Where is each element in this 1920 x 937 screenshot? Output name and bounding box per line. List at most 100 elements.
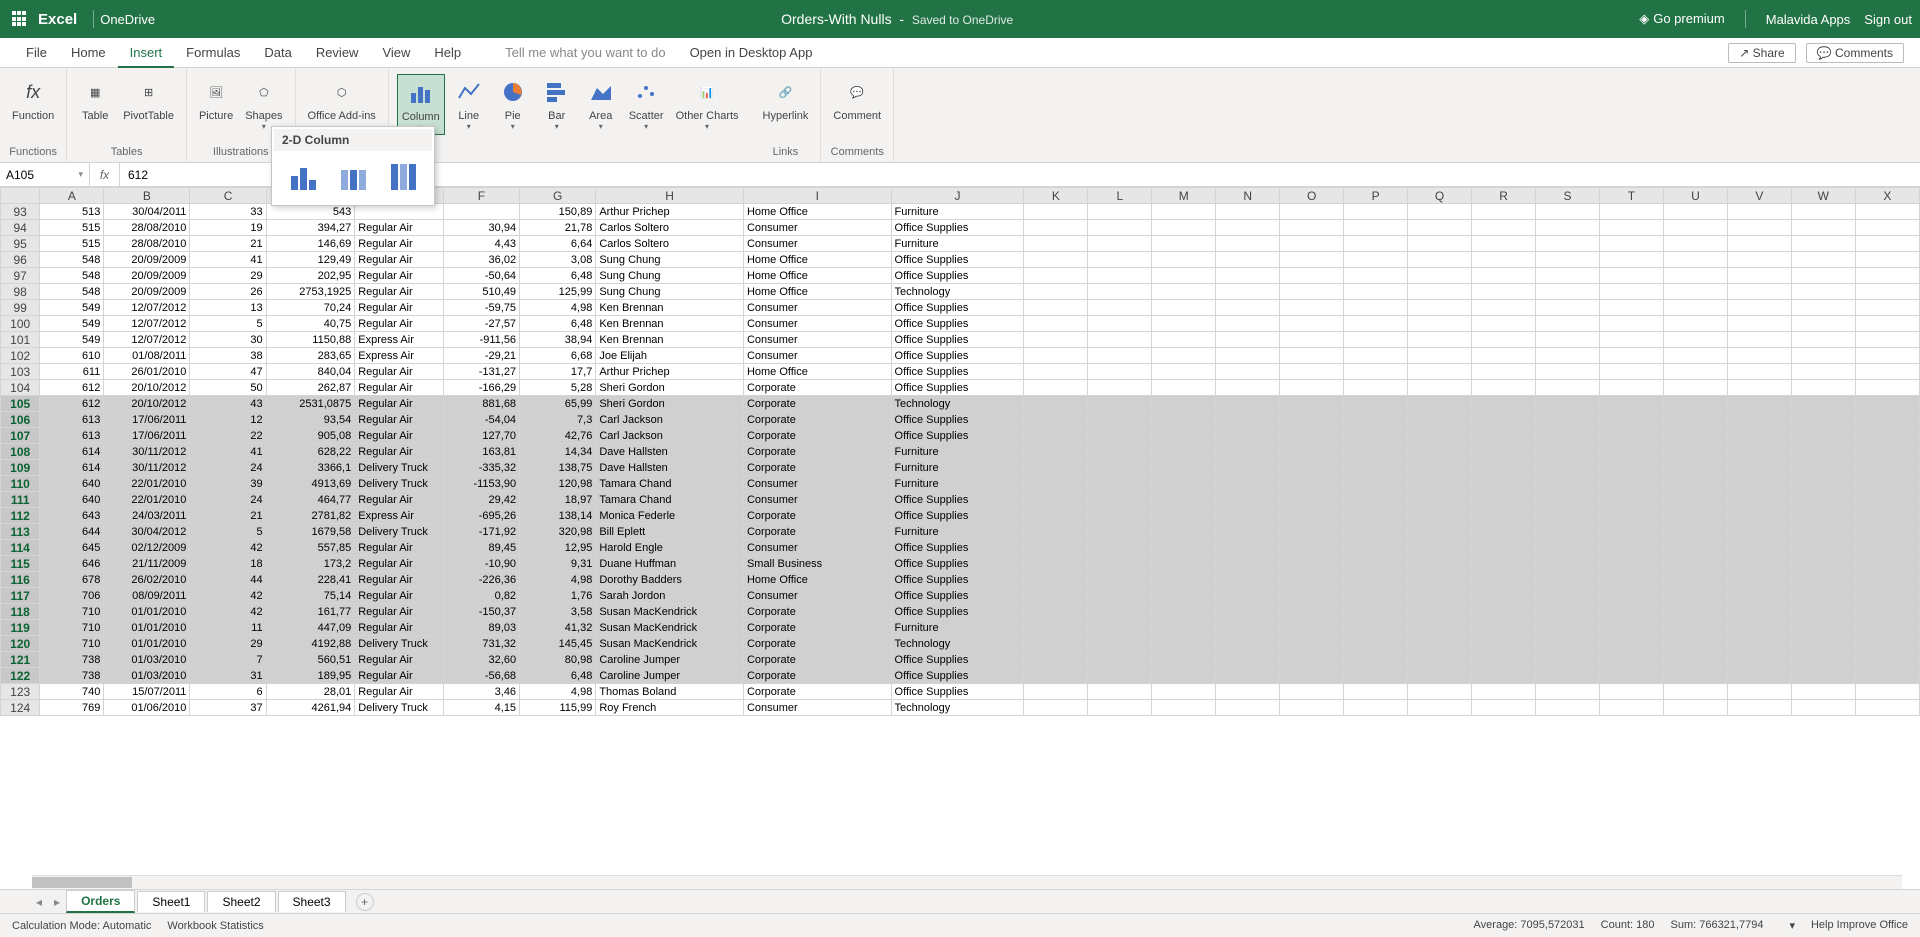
cell[interactable]: 38	[190, 348, 266, 364]
cell[interactable]	[1663, 332, 1727, 348]
cell[interactable]	[1216, 524, 1280, 540]
cell[interactable]: Monica Federle	[596, 508, 744, 524]
cell[interactable]: Regular Air	[355, 268, 444, 284]
cell[interactable]	[1024, 220, 1088, 236]
cell[interactable]: Corporate	[743, 396, 891, 412]
cell[interactable]	[1727, 284, 1791, 300]
cell[interactable]: Regular Air	[355, 428, 444, 444]
cell[interactable]: Regular Air	[355, 380, 444, 396]
cell[interactable]: 612	[40, 380, 104, 396]
cell[interactable]: 731,32	[443, 636, 519, 652]
cell[interactable]: 3366,1	[266, 460, 355, 476]
table-button[interactable]: ▦Table	[75, 74, 115, 124]
clustered-column-option[interactable]	[282, 159, 324, 195]
cell[interactable]	[1472, 332, 1536, 348]
cell[interactable]	[1408, 220, 1472, 236]
cell[interactable]: 4192,88	[266, 636, 355, 652]
cell[interactable]: 640	[40, 476, 104, 492]
cell[interactable]: 4913,69	[266, 476, 355, 492]
cell[interactable]: 613	[40, 428, 104, 444]
cell[interactable]: Carlos Soltero	[596, 220, 744, 236]
cell[interactable]	[1663, 396, 1727, 412]
cell[interactable]	[1855, 556, 1919, 572]
comment-button[interactable]: 💬Comment	[829, 74, 885, 124]
cell[interactable]: Regular Air	[355, 684, 444, 700]
cell[interactable]	[1599, 588, 1663, 604]
cell[interactable]: 12/07/2012	[104, 332, 190, 348]
cell[interactable]	[1408, 268, 1472, 284]
cell[interactable]: 262,87	[266, 380, 355, 396]
cell[interactable]	[1599, 204, 1663, 220]
cell[interactable]	[1536, 348, 1600, 364]
cell[interactable]	[1663, 588, 1727, 604]
cell[interactable]	[1599, 268, 1663, 284]
cell[interactable]	[1344, 556, 1408, 572]
cell[interactable]: 70,24	[266, 300, 355, 316]
cell[interactable]	[1663, 556, 1727, 572]
column-header-J[interactable]: J	[891, 188, 1024, 204]
cell[interactable]	[1472, 268, 1536, 284]
cell[interactable]: Consumer	[743, 540, 891, 556]
cell[interactable]: 37	[190, 700, 266, 716]
cell[interactable]	[1855, 476, 1919, 492]
cell[interactable]	[1216, 300, 1280, 316]
cell[interactable]: Delivery Truck	[355, 524, 444, 540]
cell[interactable]: 44	[190, 572, 266, 588]
cell[interactable]	[1280, 316, 1344, 332]
cell[interactable]: Office Supplies	[891, 220, 1024, 236]
cell[interactable]: 738	[40, 668, 104, 684]
cell[interactable]: Home Office	[743, 252, 891, 268]
cell[interactable]: Consumer	[743, 700, 891, 716]
cell[interactable]	[1855, 220, 1919, 236]
row-header-108[interactable]: 108	[1, 444, 40, 460]
row-header-110[interactable]: 110	[1, 476, 40, 492]
cell[interactable]: 1,76	[520, 588, 596, 604]
cell[interactable]: Ken Brennan	[596, 332, 744, 348]
cell[interactable]	[1024, 348, 1088, 364]
column-header-F[interactable]: F	[443, 188, 519, 204]
spreadsheet-grid[interactable]: ABCDEFGHIJKLMNOPQRSTUVWX9351330/04/20113…	[0, 187, 1920, 716]
cell[interactable]	[1855, 316, 1919, 332]
cell[interactable]	[1088, 412, 1152, 428]
cell[interactable]	[1727, 540, 1791, 556]
cell[interactable]: 9,31	[520, 556, 596, 572]
cell[interactable]	[1727, 572, 1791, 588]
cell[interactable]: Office Supplies	[891, 668, 1024, 684]
cell[interactable]	[1472, 556, 1536, 572]
cell[interactable]	[1152, 668, 1216, 684]
cell[interactable]	[1472, 588, 1536, 604]
cell[interactable]	[1216, 604, 1280, 620]
cell[interactable]	[1472, 540, 1536, 556]
cell[interactable]: 36,02	[443, 252, 519, 268]
comments-button[interactable]: 💬 Comments	[1806, 43, 1904, 63]
cell[interactable]: 710	[40, 604, 104, 620]
cell[interactable]: 2531,0875	[266, 396, 355, 412]
cell[interactable]	[1024, 428, 1088, 444]
cell[interactable]	[1472, 652, 1536, 668]
cell[interactable]	[1152, 604, 1216, 620]
cell[interactable]	[1855, 284, 1919, 300]
cell[interactable]: 612	[40, 396, 104, 412]
cell[interactable]: Susan MacKendrick	[596, 636, 744, 652]
cell[interactable]	[1152, 588, 1216, 604]
cell[interactable]: Office Supplies	[891, 380, 1024, 396]
cell[interactable]	[1088, 396, 1152, 412]
cell[interactable]	[1536, 284, 1600, 300]
cell[interactable]: 6,48	[520, 316, 596, 332]
cell[interactable]: Corporate	[743, 636, 891, 652]
cell[interactable]	[1472, 300, 1536, 316]
cell[interactable]	[1024, 524, 1088, 540]
cell[interactable]	[1216, 252, 1280, 268]
cell[interactable]	[1024, 332, 1088, 348]
cell[interactable]: Office Supplies	[891, 252, 1024, 268]
cell[interactable]	[1216, 588, 1280, 604]
cell[interactable]	[1344, 668, 1408, 684]
row-header-98[interactable]: 98	[1, 284, 40, 300]
cell[interactable]	[1408, 492, 1472, 508]
cell[interactable]: 41	[190, 444, 266, 460]
tell-me-search[interactable]: Tell me what you want to do	[493, 38, 677, 68]
cell[interactable]: 6	[190, 684, 266, 700]
cell[interactable]	[1472, 252, 1536, 268]
cell[interactable]: 706	[40, 588, 104, 604]
cell[interactable]: 510,49	[443, 284, 519, 300]
